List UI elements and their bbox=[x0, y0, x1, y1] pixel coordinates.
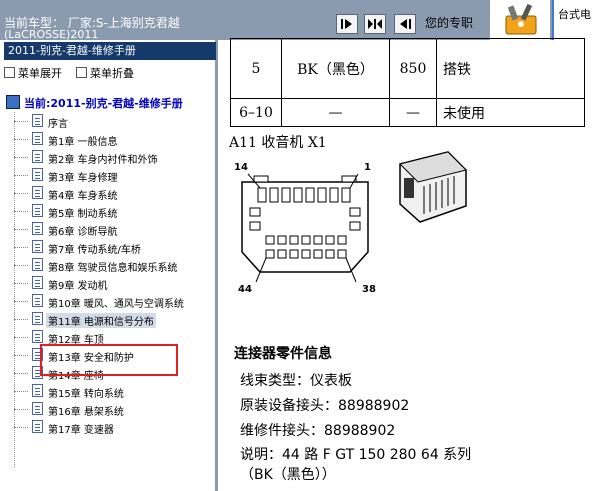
table-cell: 850 bbox=[389, 38, 437, 99]
expand-icon bbox=[4, 67, 15, 78]
document-icon bbox=[32, 186, 43, 199]
top-bar: 当前车型： 厂家:S-上海别克君越 (LaCROSSE)2011 您的专职 台式… bbox=[0, 0, 607, 40]
connector-caption: A11 收音机 X1 bbox=[229, 135, 327, 151]
tree-root[interactable]: 当前:2011-别克-君越-维修手册 bbox=[6, 95, 183, 111]
document-icon bbox=[32, 240, 43, 253]
pin-label-38: 38 bbox=[362, 284, 376, 295]
pin-table: 5 BK（黑色） 850 搭铁 6–10 — — 未使用 bbox=[230, 38, 585, 127]
document-icon bbox=[32, 276, 43, 289]
document-icon bbox=[32, 384, 43, 397]
tools-icon bbox=[505, 3, 537, 35]
document-icon bbox=[32, 204, 43, 217]
description-color: （BK（黑色）） bbox=[240, 467, 336, 483]
table-cell: 6–10 bbox=[230, 98, 282, 127]
current-vehicle-label: 当前车型： 厂家:S-上海别克君越 bbox=[4, 16, 180, 30]
selection-highlight-box bbox=[40, 344, 178, 376]
book-icon bbox=[6, 95, 20, 109]
collapse-icon bbox=[76, 67, 87, 78]
document-icon bbox=[32, 132, 43, 145]
table-row: 6–10 — — 未使用 bbox=[230, 98, 585, 127]
desktop-label: 台式电 bbox=[558, 8, 591, 21]
document-icon bbox=[32, 114, 43, 127]
harness-type: 线束类型：仪表板 bbox=[240, 373, 352, 389]
document-icon bbox=[32, 294, 43, 307]
table-cell: — bbox=[389, 98, 437, 127]
document-icon bbox=[32, 168, 43, 181]
document-icon bbox=[32, 222, 43, 235]
oem-connector: 原装设备接头：88988902 bbox=[240, 398, 410, 414]
current-vehicle-model: (LaCROSSE)2011 bbox=[4, 30, 99, 40]
table-cell: 未使用 bbox=[436, 98, 585, 127]
document-icon bbox=[32, 258, 43, 271]
tool-logo bbox=[490, 0, 550, 40]
document-icon bbox=[32, 150, 43, 163]
description: 说明：44 路 F GT 150 280 64 系列 bbox=[240, 447, 472, 463]
menu-tools: 菜单展开 菜单折叠 bbox=[4, 65, 134, 81]
pin-label-14: 14 bbox=[234, 162, 248, 173]
document-icon bbox=[32, 312, 43, 325]
connector-info-title: 连接器零件信息 bbox=[234, 346, 332, 362]
table-cell: — bbox=[281, 98, 390, 127]
document-view: 5 BK（黑色） 850 搭铁 6–10 — — 未使用 A11 收音机 X1 bbox=[218, 38, 607, 491]
previous-icon[interactable] bbox=[394, 14, 416, 34]
pin-label-44: 44 bbox=[238, 284, 252, 295]
split-view-icon[interactable] bbox=[364, 14, 386, 34]
table-row: 5 BK（黑色） 850 搭铁 bbox=[230, 38, 585, 99]
service-connector: 维修件接头：88988902 bbox=[240, 423, 396, 439]
document-icon bbox=[32, 420, 43, 433]
collapse-menu-button[interactable]: 菜单折叠 bbox=[76, 67, 134, 80]
manual-title: 2011-别克-君越-维修手册 bbox=[4, 42, 216, 60]
document-icon bbox=[32, 330, 43, 343]
sidebar: 2011-别克-君越-维修手册 菜单展开 菜单折叠 当前:2011-别克-君越-… bbox=[0, 40, 218, 491]
connector-face-diagram bbox=[241, 173, 369, 283]
pin-label-1: 1 bbox=[364, 162, 371, 173]
table-cell: BK（黑色） bbox=[281, 38, 390, 99]
next-icon[interactable] bbox=[336, 14, 358, 34]
connector-illustration bbox=[399, 151, 467, 223]
desktop-panel: 台式电 bbox=[552, 0, 607, 40]
tree-line bbox=[14, 112, 16, 467]
pro-label: 您的专职 bbox=[425, 16, 474, 30]
document-icon bbox=[32, 402, 43, 415]
table-cell: 5 bbox=[230, 38, 282, 99]
expand-menu-button[interactable]: 菜单展开 bbox=[4, 67, 62, 80]
table-cell: 搭铁 bbox=[436, 38, 585, 99]
